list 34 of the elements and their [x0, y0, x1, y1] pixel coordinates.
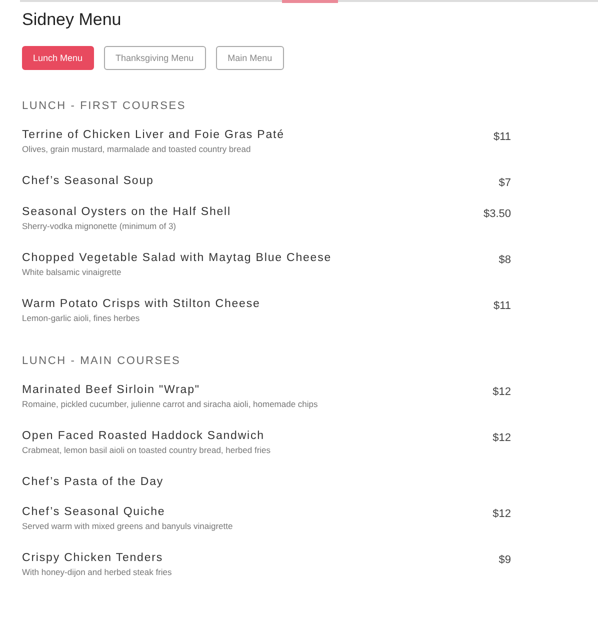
dish-price: $7 — [498, 176, 511, 189]
menu-tab[interactable]: Thanksgiving Menu — [104, 46, 206, 70]
dish-name: Chef’s Pasta of the Day — [22, 476, 165, 489]
dish-price: $3.50 — [483, 207, 511, 220]
dish-price: $12 — [492, 385, 511, 398]
dish-price: $12 — [492, 431, 511, 444]
dish-name: Chopped Vegetable Salad with Maytag Blue Cheese — [22, 252, 332, 265]
dish-description: Romaine, pickled cucumber, julienne carrot and siracha aioli, homemade chips — [22, 398, 319, 411]
dish-name: Crispy Chicken Tenders — [22, 552, 164, 565]
dish-price: $8 — [498, 253, 511, 266]
section-heading: LUNCH - MAIN COURSES — [22, 355, 182, 367]
section-heading: LUNCH - FIRST COURSES — [22, 100, 187, 112]
dish-description: Sherry-vodka mignonette (minimum of 3) — [22, 220, 178, 233]
menu-tab[interactable]: Main Menu — [216, 46, 284, 70]
dish-price: $12 — [492, 507, 511, 520]
dish-name: Terrine of Chicken Liver and Foie Gras Paté — [22, 129, 286, 142]
dish-name: Warm Potato Crisps with Stilton Cheese — [22, 298, 262, 311]
dish-price: $11 — [493, 130, 511, 143]
dish-name: Chef’s Seasonal Quiche — [22, 506, 166, 519]
dish-description: With honey-dijon and herbed steak fries — [22, 566, 173, 579]
dish-price: $9 — [498, 553, 511, 566]
menu-tab[interactable]: Lunch Menu — [22, 46, 94, 70]
dish-price: $11 — [493, 299, 511, 312]
dish-description: Served warm with mixed greens and banyuls vinaigrette — [22, 520, 234, 533]
dish-description: Lemon-garlic aioli, fines herbes — [22, 312, 141, 325]
dish-name: Marinated Beef Sirloin "Wrap" — [22, 384, 201, 397]
dish-description: White balsamic vinaigrette — [22, 266, 122, 279]
tab-indicator — [282, 0, 338, 3]
dish-name: Open Faced Roasted Haddock Sandwich — [22, 430, 266, 443]
dish-name: Chef’s Seasonal Soup — [22, 175, 155, 188]
dish-name: Seasonal Oysters on the Half Shell — [22, 206, 232, 219]
page-title: Sidney Menu — [22, 10, 122, 30]
dish-description: Olives, grain mustard, marmalade and toasted country bread — [22, 143, 252, 156]
dish-description: Crabmeat, lemon basil aioli on toasted country bread, herbed fries — [22, 444, 272, 457]
